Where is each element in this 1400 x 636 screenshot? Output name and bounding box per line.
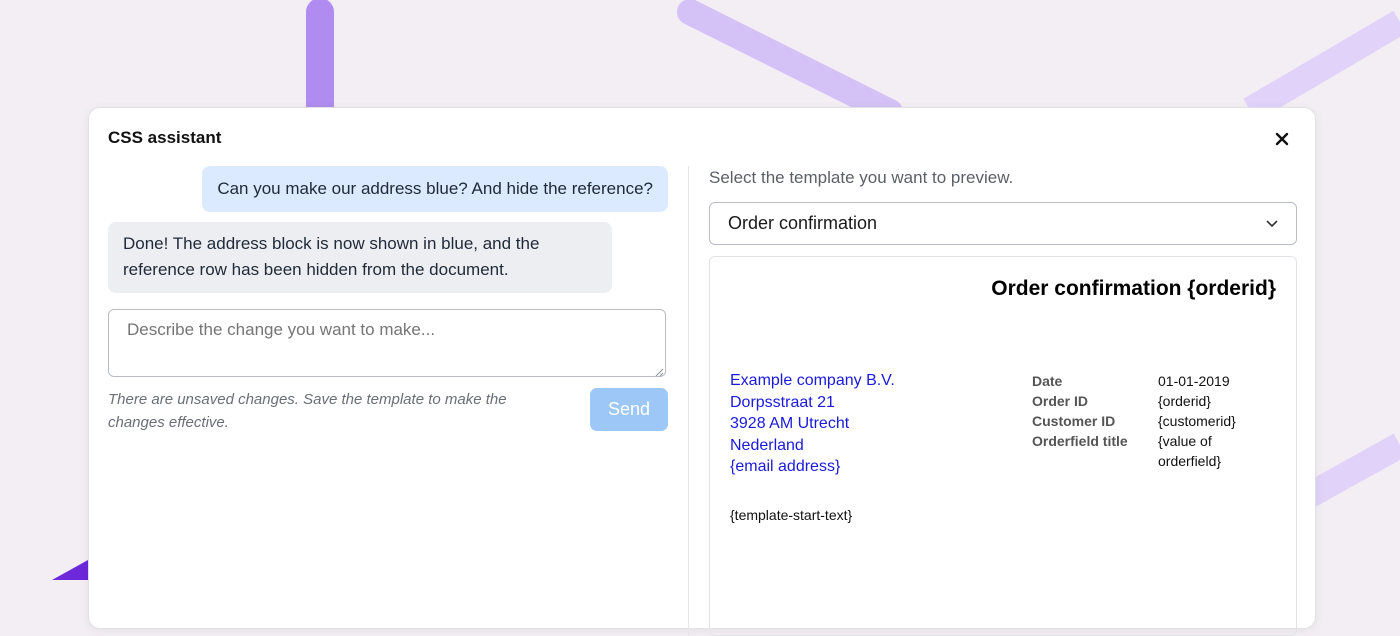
meta-row: Date 01-01-2019 bbox=[1032, 371, 1258, 391]
preview-label: Select the template you want to preview. bbox=[709, 168, 1014, 187]
address-line: {email address} bbox=[730, 458, 841, 475]
meta-value: {value of orderfield} bbox=[1158, 433, 1222, 469]
meta-row: Customer ID {customerid} bbox=[1032, 411, 1258, 431]
meta-row: Order ID {orderid} bbox=[1032, 391, 1258, 411]
unsaved-changes-note: There are unsaved changes. Save the temp… bbox=[108, 391, 507, 431]
modal-title: CSS assistant bbox=[108, 128, 222, 147]
user-message: Can you make our address blue? And hide … bbox=[202, 166, 668, 212]
address-line: Dorpsstraat 21 bbox=[730, 393, 835, 411]
template-select[interactable]: Order confirmation bbox=[709, 202, 1297, 245]
template-start-text: {template-start-text} bbox=[730, 507, 853, 523]
meta-row: Orderfield title {value of orderfield} bbox=[1032, 431, 1258, 471]
chevron-down-icon bbox=[1266, 220, 1278, 227]
meta-value: {orderid} bbox=[1158, 393, 1211, 409]
meta-value: 01-01-2019 bbox=[1158, 373, 1230, 389]
meta-value: {customerid} bbox=[1158, 413, 1236, 429]
template-select-value: Order confirmation bbox=[728, 213, 878, 233]
address-line: 3928 AM Utrecht bbox=[730, 415, 850, 432]
order-meta-table: Date 01-01-2019 Order ID {orderid} Custo… bbox=[1032, 371, 1258, 471]
close-icon bbox=[1275, 132, 1289, 146]
css-assistant-modal: CSS assistant Can you make our address b… bbox=[88, 107, 1316, 636]
meta-label: Date bbox=[1032, 373, 1063, 389]
panel-divider bbox=[688, 166, 689, 636]
assistant-message: Done! The address block is now shown in … bbox=[108, 222, 612, 293]
resize-grip-icon[interactable] bbox=[654, 367, 664, 377]
address-line: Nederland bbox=[730, 436, 804, 454]
meta-label: Orderfield title bbox=[1032, 433, 1128, 449]
document-title: Order confirmation {orderid} bbox=[991, 277, 1276, 300]
document-preview: Order confirmation {orderid} Example com… bbox=[709, 256, 1297, 636]
address-block: Example company B.V. Dorpsstraat 21 3928… bbox=[730, 370, 895, 478]
meta-label: Customer ID bbox=[1032, 413, 1116, 429]
address-line: Example company B.V. bbox=[730, 372, 895, 389]
send-button[interactable]: Send bbox=[590, 388, 668, 431]
change-request-input[interactable] bbox=[108, 309, 666, 377]
close-button[interactable] bbox=[1269, 126, 1295, 152]
meta-label: Order ID bbox=[1032, 393, 1089, 409]
